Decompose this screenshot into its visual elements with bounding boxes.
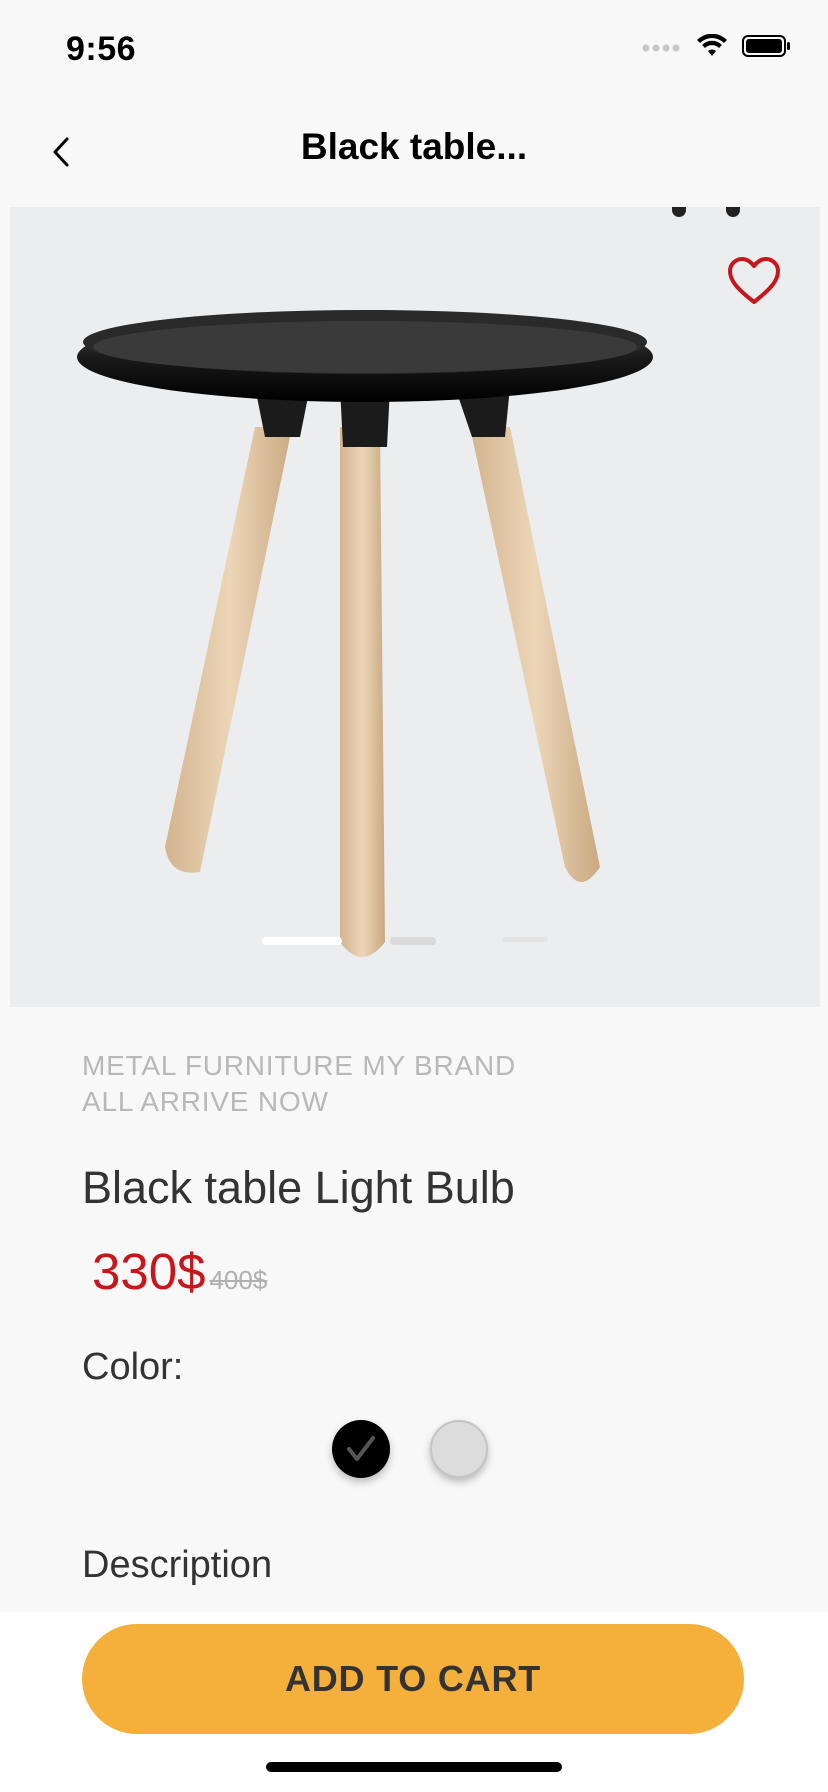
favorite-button[interactable]	[726, 255, 786, 311]
heart-icon	[728, 257, 780, 304]
nav-bar: Black table...	[0, 100, 828, 206]
add-to-cart-label: ADD TO CART	[284, 1658, 542, 1699]
product-name: Black table Light Bulb	[82, 1162, 515, 1213]
home-indicator	[266, 1762, 562, 1772]
page-title: Black table...	[300, 126, 528, 167]
signal-icon	[642, 40, 682, 58]
tagline-line-1: METAL FURNITURE MY BRAND	[82, 1050, 517, 1081]
tagline-line-2: ALL ARRIVE NOW	[82, 1086, 329, 1117]
product-image	[77, 310, 653, 957]
pager-dot[interactable]	[390, 937, 436, 945]
status-time: 9:56	[66, 30, 137, 68]
add-to-cart-button[interactable]: ADD TO CART	[82, 1624, 744, 1734]
pager-dot[interactable]	[502, 937, 548, 942]
color-swatch-light-gray[interactable]	[430, 1420, 488, 1478]
product-tagline: METAL FURNITURE MY BRAND ALL ARRIVE NOW	[82, 1048, 762, 1120]
color-label: Color:	[82, 1346, 184, 1388]
battery-icon	[742, 34, 792, 63]
pager-dot-active[interactable]	[262, 937, 342, 945]
wifi-icon	[696, 33, 728, 63]
current-price: 330$	[92, 1243, 206, 1300]
product-image-carousel[interactable]	[10, 207, 820, 1007]
status-bar: 9:56	[0, 0, 828, 100]
status-icons	[642, 33, 792, 63]
price-row: 330$ 400$	[92, 1242, 267, 1301]
color-swatches	[332, 1420, 488, 1478]
description-heading: Description	[82, 1544, 273, 1586]
color-swatch-black[interactable]	[332, 1420, 390, 1478]
checkmark-icon	[347, 1436, 375, 1461]
original-price: 400$	[209, 1265, 268, 1295]
